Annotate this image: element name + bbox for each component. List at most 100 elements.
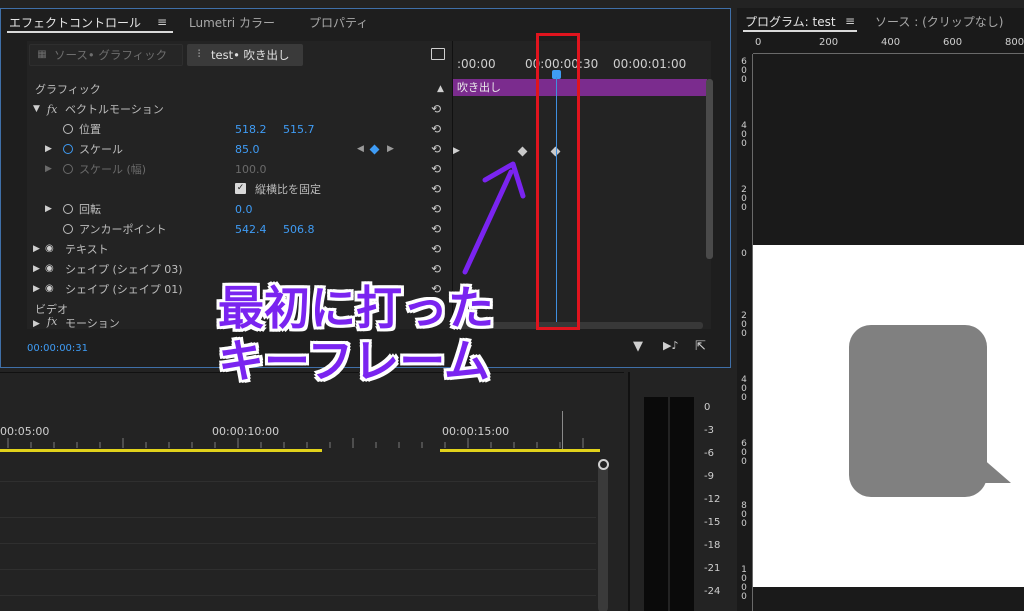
meter-db-label: -12	[704, 494, 721, 505]
param-scale: ▶ スケール 85.0 ◀ ▶ ⟲	[27, 139, 453, 159]
stopwatch-icon[interactable]	[63, 204, 73, 214]
clip-bar[interactable]: 吹き出し	[453, 79, 707, 96]
stopwatch-icon[interactable]	[63, 224, 73, 234]
eye-icon[interactable]: ◉	[45, 243, 54, 254]
sequence-timeline[interactable]: 00:05:00 00:00:10:00 00:00:15:00	[0, 372, 624, 611]
chevron-down-icon[interactable]: ▼	[33, 104, 40, 114]
timeline-time-label: 00:05:00	[0, 425, 50, 438]
timeline-playhead[interactable]	[562, 411, 563, 449]
chevron-right-icon[interactable]: ▶	[45, 204, 52, 214]
annotation-arrow	[462, 161, 526, 275]
uniform-scale-checkbox[interactable]: ✓	[235, 183, 246, 194]
meter-channel-right	[670, 397, 694, 611]
program-monitor-title[interactable]: プログラム: test	[745, 13, 836, 30]
scale-value[interactable]: 85.0	[235, 143, 260, 156]
tab-lumetri-color[interactable]: Lumetri カラー	[189, 14, 275, 31]
section-graphic-label: グラフィック	[35, 83, 101, 96]
anchor-label: アンカーポイント	[79, 223, 167, 236]
position-y-value[interactable]: 515.7	[283, 123, 315, 136]
chevron-right-icon[interactable]: ▶	[33, 264, 40, 274]
ruler-tick-label: 600	[943, 37, 963, 48]
scale-width-label: スケール (幅)	[79, 163, 147, 176]
program-menu-icon[interactable]: ≡	[845, 14, 855, 28]
meter-db-label: -18	[704, 540, 721, 551]
tab-effect-controls[interactable]: エフェクトコントロール	[9, 14, 141, 31]
timeline-vertical-scrollbar[interactable]	[598, 461, 608, 611]
layer-row[interactable]: ▶ ◉ テキスト ⟲	[27, 239, 453, 259]
reset-icon[interactable]: ⟲	[431, 142, 445, 156]
active-clip-label: test• 吹き出し	[211, 48, 290, 62]
reset-icon[interactable]: ⟲	[431, 202, 445, 216]
effect-vector-motion[interactable]: ▼ fx ベクトルモーション ⟲	[27, 99, 453, 119]
tab-properties[interactable]: プロパティ	[309, 14, 368, 31]
meter-db-label: -6	[704, 448, 714, 459]
eye-icon[interactable]: ◉	[45, 263, 54, 274]
vertical-ruler: 6 0 0 4 0 0 2 0 0 0 2 0 0 4 0 0 6 0 0 8 …	[737, 54, 753, 611]
param-anchor-point: アンカーポイント 542.4 506.8 ⟲	[27, 219, 453, 239]
scrollbar-knob[interactable]	[598, 459, 609, 470]
meter-db-label: 0	[704, 402, 711, 413]
ruler-tick-label: 1 0 0 0	[741, 565, 747, 602]
fx-badge[interactable]: fx	[47, 317, 57, 328]
anchor-x-value[interactable]: 542.4	[235, 223, 267, 236]
track-divider	[0, 595, 596, 596]
anchor-y-value[interactable]: 506.8	[283, 223, 315, 236]
eye-icon[interactable]: ◉	[45, 283, 54, 294]
layer-label: テキスト	[65, 243, 109, 256]
annotation-line-2: キーフレーム	[218, 334, 490, 388]
scale-width-value[interactable]: 100.0	[235, 163, 267, 176]
current-timecode[interactable]: 00:00:00:31	[27, 343, 88, 354]
active-tab-underline	[7, 31, 173, 33]
reset-icon[interactable]: ⟲	[431, 222, 445, 236]
prev-keyframe-icon[interactable]: ◀	[357, 144, 364, 154]
fx-badge[interactable]: fx	[47, 103, 57, 116]
chevron-right-icon[interactable]: ▶	[33, 284, 40, 294]
reset-icon[interactable]: ⟲	[431, 262, 445, 276]
reset-icon[interactable]: ⟲	[431, 122, 445, 136]
ruler-tick-label: 6 0 0	[741, 439, 747, 467]
reset-icon[interactable]: ⟲	[431, 102, 445, 116]
chevron-right-icon[interactable]: ▶	[33, 244, 40, 254]
source-graphic-button[interactable]: ▦ ソース• グラフィック	[29, 44, 183, 66]
annotation-line-1: 最初に打った	[218, 281, 494, 335]
filter-icon[interactable]: ▼	[633, 339, 643, 354]
source-tab[interactable]: ソース : (クリップなし)	[875, 13, 1003, 30]
param-rotation: ▶ 回転 0.0 ⟲	[27, 199, 453, 219]
rotation-value[interactable]: 0.0	[235, 203, 253, 216]
play-audio-icon[interactable]: ▶♪	[663, 339, 678, 352]
work-area-bar[interactable]	[0, 449, 322, 452]
layer-row[interactable]: ▶ ◉ シェイプ (シェイプ 03) ⟲	[27, 259, 453, 279]
next-keyframe-icon[interactable]: ▶	[387, 144, 394, 154]
position-x-value[interactable]: 518.2	[235, 123, 267, 136]
collapse-up-icon[interactable]: ▲	[437, 84, 444, 94]
ruler-tick-label: 800	[1005, 37, 1024, 48]
ec-tab-bar: エフェクトコントロール ≡ Lumetri カラー プロパティ	[1, 9, 730, 35]
timeline-ruler-ticks	[7, 438, 584, 448]
chevron-right-icon[interactable]: ▶	[45, 144, 52, 154]
reset-icon[interactable]: ⟲	[431, 162, 445, 176]
ruler-tick-label: 4 0 0	[741, 121, 747, 149]
add-keyframe-icon[interactable]	[369, 144, 380, 155]
ec-vertical-scrollbar[interactable]	[706, 79, 713, 259]
reset-icon[interactable]: ⟲	[431, 182, 445, 196]
work-area-bar[interactable]	[440, 449, 600, 452]
highlight-box	[536, 33, 580, 330]
toggle-timeline-view-icon[interactable]	[431, 48, 445, 60]
meter-db-label: -15	[704, 517, 721, 528]
track-divider	[0, 517, 596, 518]
meter-db-label: -24	[704, 586, 721, 597]
program-canvas[interactable]	[753, 245, 1024, 587]
stopwatch-icon[interactable]	[63, 124, 73, 134]
ec-panel-menu-icon[interactable]: ≡	[157, 15, 167, 29]
program-monitor: プログラム: test ≡ ソース : (クリップなし) 0 200 400 6…	[737, 8, 1024, 611]
export-icon[interactable]: ⇱	[695, 339, 706, 354]
stopwatch-active-icon[interactable]	[63, 144, 73, 154]
stopwatch-icon[interactable]	[63, 164, 73, 174]
chevron-right-icon[interactable]: ▶	[45, 164, 52, 174]
active-clip-button[interactable]: ⫶ test• 吹き出し	[187, 44, 303, 66]
speech-bubble-tail	[981, 457, 1011, 483]
uniform-scale-label: 縦横比を固定	[255, 183, 321, 196]
speech-bubble-shape[interactable]	[849, 325, 987, 497]
chevron-right-icon[interactable]: ▶	[33, 319, 40, 329]
reset-icon[interactable]: ⟲	[431, 242, 445, 256]
